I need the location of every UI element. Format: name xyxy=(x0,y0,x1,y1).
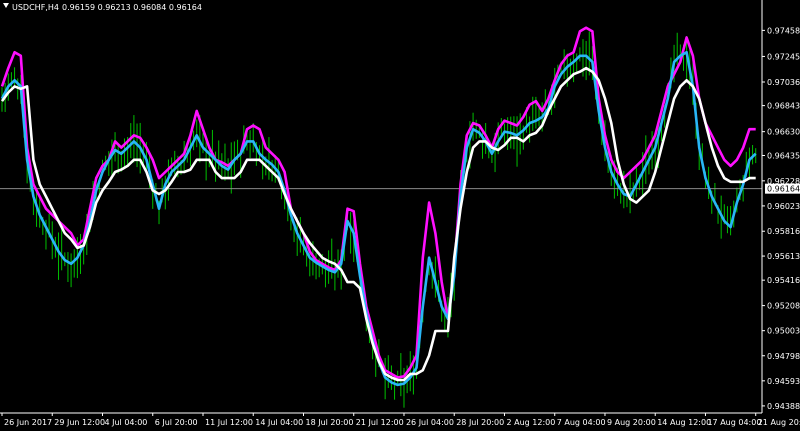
y-tick-label: 0.95003 xyxy=(767,327,800,336)
current-price-label: 0.96164 xyxy=(767,185,800,194)
y-tick-label: 0.97036 xyxy=(767,78,800,87)
y-tick-label: 0.95208 xyxy=(767,302,800,311)
y-tick-label: 0.96843 xyxy=(767,102,800,111)
y-tick-label: 0.94388 xyxy=(767,402,800,411)
y-tick-label: 0.95613 xyxy=(767,252,800,261)
x-tick-label: 14 Aug 12:00 xyxy=(657,418,711,427)
y-tick-label: 0.97458 xyxy=(767,26,800,35)
y-tick-label: 0.96435 xyxy=(767,152,800,161)
x-tick-label: 4 Jul 04:00 xyxy=(104,418,147,427)
x-tick-label: 17 Aug 04:00 xyxy=(707,418,761,427)
symbol-label: USDCHF,H4 xyxy=(12,3,59,12)
chart-canvas[interactable]: 0.97458 0.97245 0.97036 0.96843 0.96630 0.964… xyxy=(0,0,800,431)
x-tick-label: 21 Aug 20:00 xyxy=(758,418,800,427)
y-tick-label: 0.95816 xyxy=(767,227,800,236)
x-tick-label: 26 Jul 04:00 xyxy=(406,418,454,427)
x-tick-label: 18 Jul 20:00 xyxy=(305,418,353,427)
x-tick-label: 2 Aug 12:00 xyxy=(506,418,555,427)
x-tick-label: 6 Jul 20:00 xyxy=(155,418,198,427)
x-tick-label: 29 Jun 12:00 xyxy=(54,418,105,427)
x-tick-label: 28 Jul 20:00 xyxy=(456,418,504,427)
y-tick-label: 0.94593 xyxy=(767,377,800,386)
y-tick-label: 0.95416 xyxy=(767,276,800,285)
x-tick-label: 11 Jul 12:00 xyxy=(205,418,253,427)
y-tick-label: 0.96023 xyxy=(767,202,800,211)
y-tick-label: 0.94798 xyxy=(767,352,800,361)
x-tick-label: 7 Aug 04:00 xyxy=(557,418,606,427)
x-tick-label: 9 Aug 20:00 xyxy=(607,418,656,427)
x-tick-label: 26 Jun 2017 xyxy=(4,418,52,427)
x-tick-label: 14 Jul 04:00 xyxy=(255,418,303,427)
y-tick-label: 0.96630 xyxy=(767,128,800,137)
y-tick-label: 0.97245 xyxy=(767,52,800,61)
ohlc-label: 0.96159 0.96213 0.96084 0.96164 xyxy=(62,3,202,12)
x-tick-label: 21 Jul 12:00 xyxy=(356,418,404,427)
